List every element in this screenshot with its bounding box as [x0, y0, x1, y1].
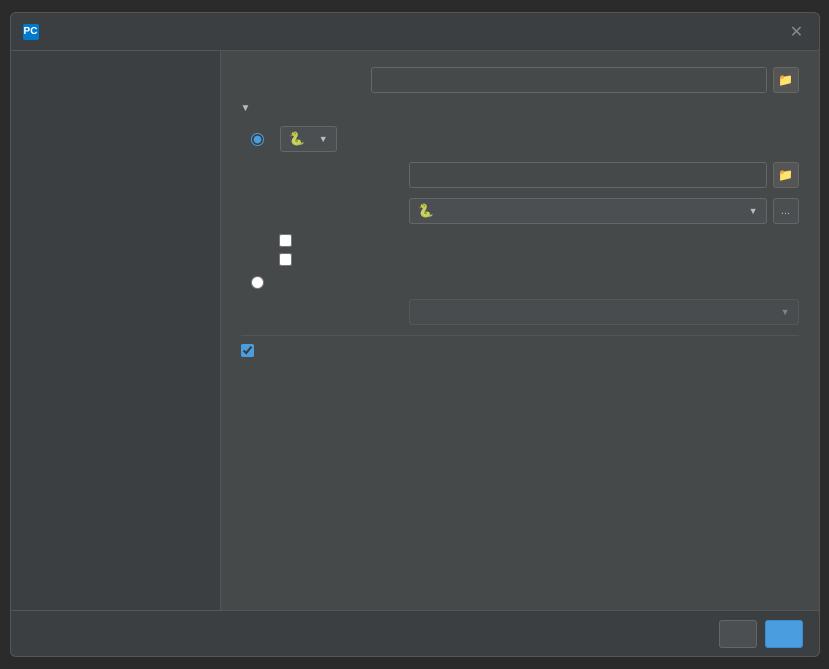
app-icon: PC — [23, 24, 39, 40]
interpreter-select-wrap: ▼ — [409, 299, 799, 325]
close-button[interactable]: ✕ — [787, 22, 807, 42]
create-script-checkbox[interactable] — [241, 344, 254, 357]
create-script-row — [241, 344, 799, 357]
inherit-packages-checkbox[interactable] — [279, 234, 292, 247]
location-input-wrap: 📁 — [371, 67, 799, 93]
venv-folder-button[interactable]: 📁 — [773, 162, 799, 188]
make-available-row — [279, 253, 799, 266]
interpreter-section-body: 🐍 ▼ 📁 — [251, 126, 799, 325]
location-row: 📁 — [241, 67, 799, 93]
create-button[interactable] — [765, 620, 803, 648]
cancel-button[interactable] — [719, 620, 757, 648]
chevron-down-icon: ▼ — [241, 103, 251, 114]
location-input[interactable] — [371, 67, 767, 93]
chevron-down-icon: ▼ — [749, 206, 758, 216]
venv-location-input[interactable] — [409, 162, 767, 188]
project-type-sidebar — [11, 51, 221, 610]
chevron-down-icon: ▼ — [319, 134, 328, 144]
main-panel: 📁 ▼ 🐍 ▼ — [221, 51, 819, 610]
dialog-content: 📁 ▼ 🐍 ▼ — [11, 51, 819, 610]
interpreter-section-header[interactable]: ▼ — [241, 103, 799, 114]
prev-configured-radio[interactable] — [251, 276, 264, 289]
title-bar: PC ✕ — [11, 13, 819, 51]
virtualenv-dropdown-wrap: 🐍 ▼ — [280, 126, 337, 152]
python-icon: 🐍 — [418, 203, 434, 219]
new-project-dialog: PC ✕ 📁 ▼ — [10, 12, 820, 657]
prev-configured-row — [251, 276, 799, 289]
new-env-radio[interactable] — [251, 133, 264, 146]
venv-location-input-wrap: 📁 — [409, 162, 799, 188]
virtualenv-select[interactable]: 🐍 ▼ — [280, 126, 337, 152]
base-interpreter-row: 🐍 ▼ ... — [279, 198, 799, 224]
base-interpreter-select[interactable]: 🐍 ▼ — [409, 198, 767, 224]
bottom-bar — [11, 610, 819, 656]
interpreter-select: ▼ — [409, 299, 799, 325]
venv-location-row: 📁 — [279, 162, 799, 188]
new-env-row: 🐍 ▼ — [251, 126, 799, 152]
interpreter-row: ▼ — [279, 299, 799, 325]
base-interpreter-input-wrap: 🐍 ▼ ... — [409, 198, 799, 224]
virtualenv-icon: 🐍 — [289, 131, 305, 147]
location-folder-button[interactable]: 📁 — [773, 67, 799, 93]
inherit-packages-row — [279, 234, 799, 247]
chevron-down-icon: ▼ — [781, 307, 790, 317]
make-available-checkbox[interactable] — [279, 253, 292, 266]
venv-subsection: 📁 🐍 ▼ ... — [279, 162, 799, 266]
base-interpreter-more-button[interactable]: ... — [773, 198, 799, 224]
